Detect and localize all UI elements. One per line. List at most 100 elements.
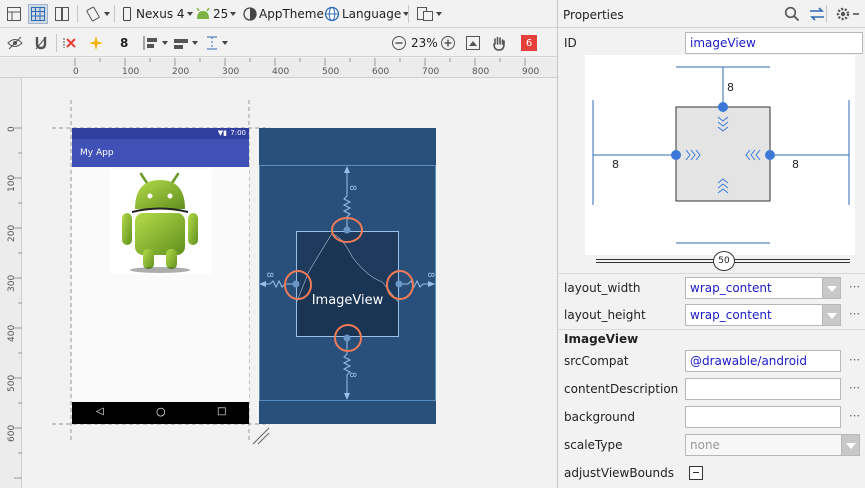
properties-header: Properties — [558, 0, 865, 28]
content-description-label: contentDescription — [564, 382, 679, 396]
ruler-label: 0 — [7, 126, 17, 132]
adjust-view-bounds-checkbox[interactable] — [689, 466, 703, 480]
pack-button[interactable] — [142, 33, 168, 53]
default-margin-value: 8 — [120, 36, 129, 50]
error-count: 6 — [525, 37, 533, 49]
section-title: ImageView — [564, 332, 639, 346]
android-robot-icon — [122, 172, 198, 273]
section-header: ImageView — [558, 329, 865, 347]
content-description-row: contentDescription ⋯ — [558, 375, 865, 403]
device-selector[interactable]: Nexus 4 — [122, 4, 193, 24]
blueprint-imageview-label: ImageView — [311, 293, 384, 308]
image-view-preview[interactable] — [110, 169, 212, 274]
autoconnect-button[interactable] — [33, 33, 49, 53]
src-compat-more[interactable]: ⋯ — [849, 353, 860, 366]
api-selector[interactable]: 25 — [195, 4, 237, 24]
scale-type-dropdown[interactable] — [841, 434, 860, 456]
ruler-label: 600 — [7, 425, 17, 442]
scale-type-select[interactable]: none — [685, 434, 843, 456]
ruler-label: 200 — [7, 225, 17, 242]
blueprint-view-button[interactable] — [28, 4, 48, 24]
swap-view-icon[interactable] — [808, 6, 826, 22]
constraint-right-value: 8 — [792, 158, 799, 171]
properties-panel: Properties ID imageView 8 8 8 50 layout_… — [558, 0, 865, 488]
sparkle-icon — [89, 36, 103, 50]
show-constraints-button[interactable] — [7, 33, 23, 53]
theme-selector[interactable]: AppTheme — [243, 4, 324, 24]
constraint-left-value: 8 — [612, 158, 619, 171]
blueprint-imageview[interactable] — [296, 231, 399, 337]
gear-icon[interactable] — [835, 6, 851, 22]
infer-constraints-button[interactable] — [88, 33, 104, 53]
layout-width-more[interactable]: ⋯ — [849, 280, 860, 293]
search-icon[interactable] — [784, 6, 800, 22]
content-description-more[interactable]: ⋯ — [849, 381, 860, 394]
bias-value: 50 — [718, 256, 730, 266]
horizontal-ruler: 0 100 200 300 400 500 600 700 800 900 — [0, 58, 557, 78]
zoom-out-icon — [392, 36, 406, 50]
language-selector[interactable]: Language — [324, 4, 410, 24]
globe-icon — [324, 6, 340, 22]
design-toolbar: Nexus 4 25 AppTheme Language — [0, 0, 557, 28]
design-icon — [7, 7, 21, 21]
zoom-in-button[interactable] — [440, 33, 456, 53]
ruler-label: 500 — [7, 375, 17, 392]
api-level: 25 — [213, 7, 229, 21]
background-label: background — [564, 410, 635, 424]
zoom-fit-button[interactable] — [465, 33, 481, 53]
blueprint-icon — [31, 7, 45, 21]
clear-constraints-icon — [63, 38, 76, 48]
background-field[interactable] — [685, 406, 841, 428]
pan-button[interactable] — [491, 33, 507, 53]
constraint-toolbar: 8 23% 6 — [0, 29, 557, 57]
bias-slider-thumb[interactable]: 50 — [713, 251, 735, 271]
id-field[interactable]: imageView — [685, 32, 863, 54]
layout-width-row: layout_width wrap_content ⋯ — [558, 273, 865, 301]
status-time: 7:00 — [230, 129, 246, 137]
design-view-button[interactable] — [6, 4, 22, 24]
app-bar: My App — [72, 139, 249, 167]
id-row: ID imageView — [558, 29, 865, 57]
guidelines-button[interactable] — [204, 33, 228, 53]
pack-icon — [143, 36, 157, 50]
layout-width-select[interactable]: wrap_content — [685, 277, 823, 299]
device-preview: 7:00 ▼▮ My App ◁ ○ □ — [72, 128, 249, 424]
background-more[interactable]: ⋯ — [849, 409, 860, 422]
content-description-field[interactable] — [685, 378, 841, 400]
theme-name: AppTheme — [259, 7, 324, 21]
layout-height-dropdown[interactable] — [822, 304, 841, 326]
clear-constraints-button[interactable] — [63, 33, 79, 53]
constraint-widget: 8 8 8 — [585, 55, 855, 255]
eye-off-icon — [7, 36, 23, 50]
magnet-icon — [35, 36, 47, 50]
app-title: My App — [80, 148, 114, 158]
layout-variants-button[interactable] — [416, 4, 442, 24]
android-icon — [196, 7, 210, 19]
vertical-ruler: 0 100 200 300 400 500 600 — [0, 78, 22, 488]
align-button[interactable] — [172, 33, 198, 53]
navigation-bar: ◁ ○ □ — [72, 402, 249, 424]
constraint-widget-graphic: 8 8 8 — [592, 66, 850, 244]
guideline-icon — [207, 36, 217, 50]
home-icon: ○ — [156, 405, 166, 418]
both-view-button[interactable] — [54, 4, 70, 24]
minimize-icon[interactable] — [852, 6, 860, 22]
orientation-button[interactable] — [84, 4, 110, 24]
device-name: Nexus 4 — [136, 7, 185, 21]
ruler-ticks — [74, 58, 526, 66]
error-badge[interactable]: 6 — [521, 35, 537, 51]
language-label: Language — [342, 7, 402, 21]
zoom-out-button[interactable] — [391, 33, 407, 53]
layout-height-more[interactable]: ⋯ — [849, 307, 860, 320]
zoom-value: 23% — [411, 36, 438, 50]
layout-width-dropdown[interactable] — [822, 277, 841, 299]
adjust-view-bounds-label: adjustViewBounds — [564, 466, 674, 480]
battery-icon: ▼▮ — [217, 129, 227, 137]
zoom-fit-icon — [466, 36, 480, 50]
src-compat-field[interactable]: @drawable/android — [685, 350, 841, 372]
default-margin[interactable]: 8 — [120, 33, 128, 53]
ruler-label: 400 — [7, 325, 17, 342]
layout-height-select[interactable]: wrap_content — [685, 304, 823, 326]
align-icon — [174, 39, 188, 49]
layout-variants-icon — [417, 7, 433, 21]
